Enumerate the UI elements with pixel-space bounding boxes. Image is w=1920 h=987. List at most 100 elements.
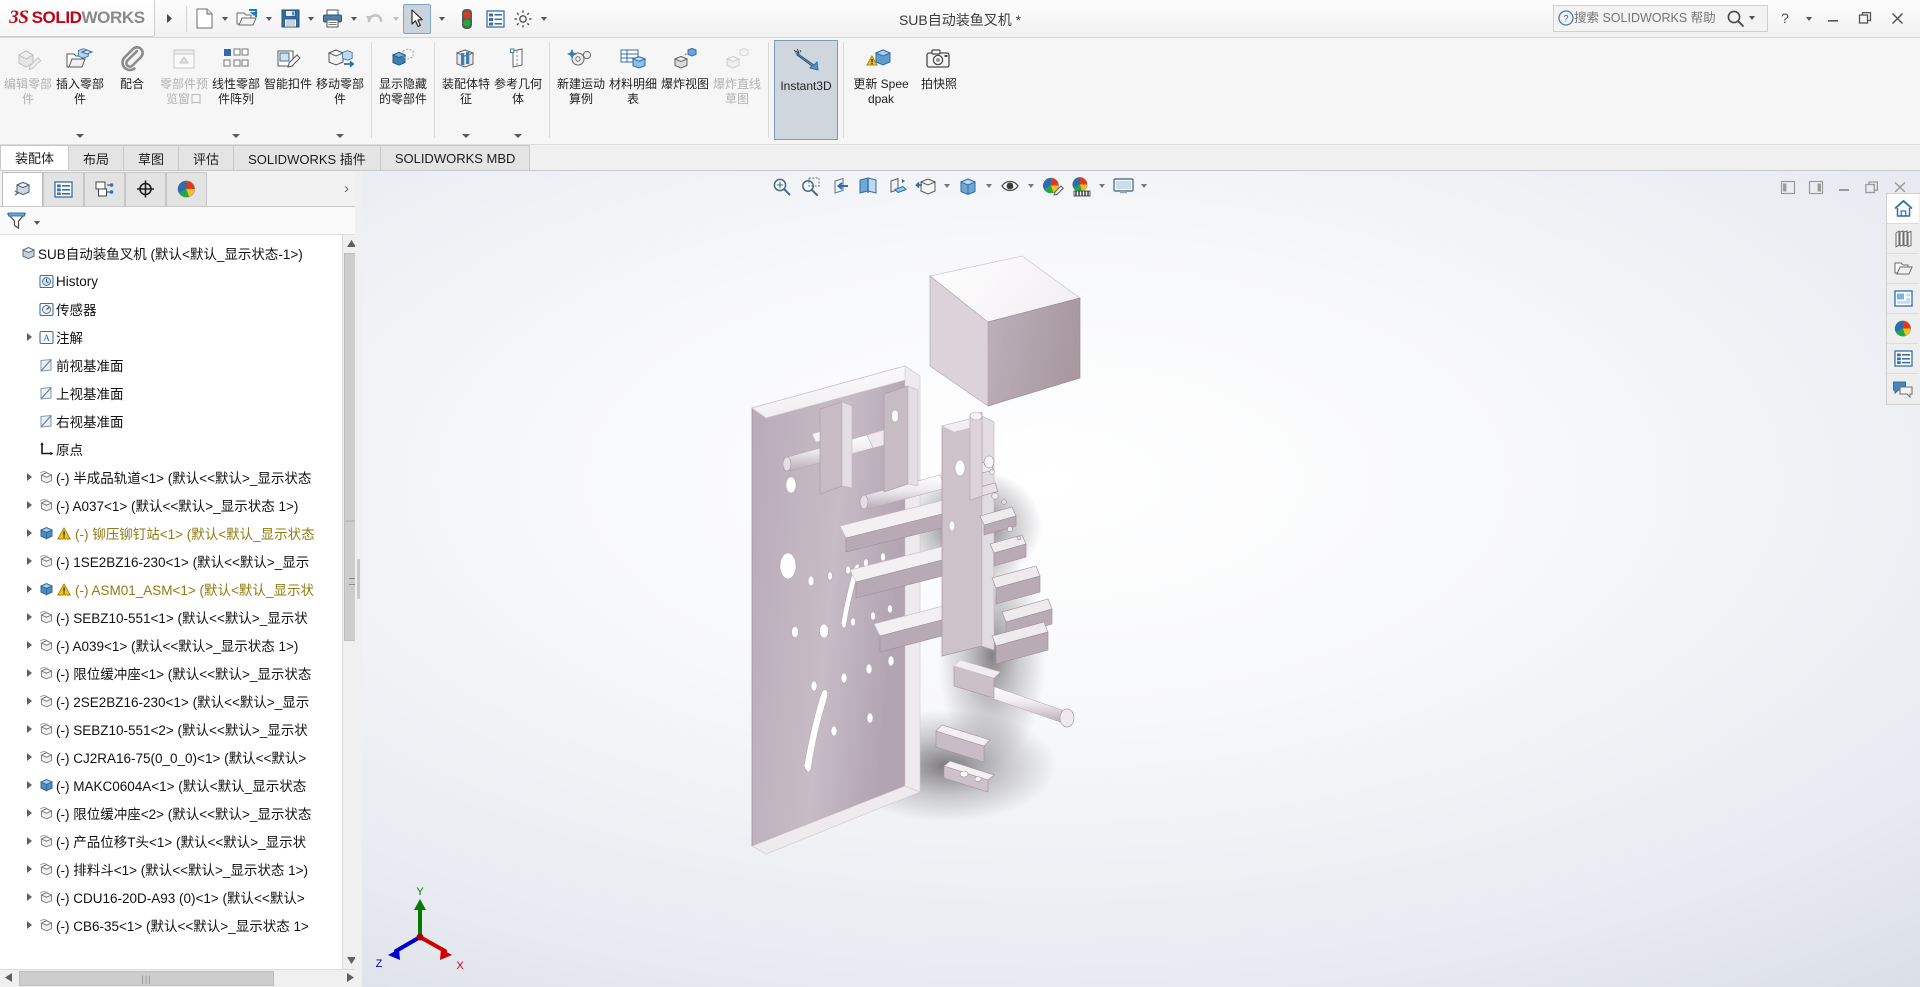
appearances-dropdown[interactable]: [1096, 184, 1108, 188]
update-speedpak-command[interactable]: 更新 Speedpak: [849, 38, 913, 143]
solidworks-forum-button[interactable]: [1887, 374, 1919, 404]
select-tool-button[interactable]: [403, 3, 431, 34]
tree-item[interactable]: (-) A037<1> (默认<<默认>_显示状态 1>): [0, 491, 359, 519]
mate-command[interactable]: 配合: [106, 38, 158, 143]
tree-item[interactable]: (-) SEBZ10-551<1> (默认<<默认>_显示状: [0, 603, 359, 631]
tree-item[interactable]: (-) CB6-35<1> (默认<<默认>_显示状态 1>: [0, 911, 359, 939]
reference-geometry-command[interactable]: 参考几何体: [492, 38, 544, 143]
custom-properties-button[interactable]: [1887, 344, 1919, 374]
insert-component-command[interactable]: 插入零部件: [54, 38, 106, 143]
file-explorer-button[interactable]: [1887, 254, 1919, 284]
tree-item[interactable]: (-) CJ2RA16-75(0_0_0)<1> (默认<<默认>: [0, 743, 359, 771]
close-window-button[interactable]: [1882, 4, 1912, 32]
tree-item[interactable]: (-) ASM01_ASM<1> (默认<默认_显示状: [0, 575, 359, 603]
rebuild-button[interactable]: [453, 4, 481, 34]
tree-item[interactable]: 原点: [0, 435, 359, 463]
move-component-command[interactable]: 移动零部件: [314, 38, 366, 143]
tree-item[interactable]: (-) SEBZ10-551<2> (默认<<默认>_显示状: [0, 715, 359, 743]
hide-show-items-button[interactable]: [954, 172, 982, 200]
restore-document-button[interactable]: [1860, 175, 1884, 199]
tree-item[interactable]: (-) 产品位移T头<1> (默认<<默认>_显示状: [0, 827, 359, 855]
dimxpert-manager-tab[interactable]: [125, 171, 166, 206]
section-view-button[interactable]: [854, 172, 882, 200]
tree-expand-arrow-icon[interactable]: [22, 752, 36, 762]
exploded-view-command[interactable]: 爆炸视图: [659, 38, 711, 143]
tab-layout[interactable]: 布局: [68, 145, 125, 170]
linear-component-pattern-command[interactable]: 线性零部件阵列: [210, 38, 262, 143]
panel-splitter[interactable]: [355, 171, 362, 987]
tab-evaluate[interactable]: 评估: [178, 145, 235, 170]
appearances-button[interactable]: [1067, 172, 1095, 200]
tree-item[interactable]: (-) 半成品轨道<1> (默认<<默认>_显示状态: [0, 463, 359, 491]
hide-show-items-dropdown[interactable]: [983, 184, 995, 188]
tree-expand-arrow-icon[interactable]: [22, 696, 36, 706]
zoom-to-area-button[interactable]: [796, 172, 824, 200]
tree-item[interactable]: (-) 1SE2BZ16-230<1> (默认<<默认>_显示: [0, 547, 359, 575]
feature-manager-tab[interactable]: [2, 171, 43, 206]
design-library-button[interactable]: [1887, 224, 1919, 254]
help-search-box[interactable]: ?: [1553, 4, 1768, 32]
view-settings-dropdown[interactable]: [1025, 184, 1037, 188]
tree-expand-arrow-icon[interactable]: [22, 332, 36, 342]
manager-expand-chevron-icon[interactable]: ›: [344, 180, 349, 197]
tree-horizontal-scrollbar[interactable]: |||: [0, 969, 359, 987]
move-component-dropdown[interactable]: [336, 134, 344, 138]
tree-expand-arrow-icon[interactable]: [22, 836, 36, 846]
help-search-dropdown[interactable]: [1749, 16, 1755, 20]
minimize-document-button[interactable]: [1832, 175, 1856, 199]
tree-expand-arrow-icon[interactable]: [22, 724, 36, 734]
new-document-dropdown[interactable]: [222, 16, 228, 21]
assembly-features-command[interactable]: 装配体特征: [440, 38, 492, 143]
tree-expand-arrow-icon[interactable]: [22, 864, 36, 874]
assembly-3d-model[interactable]: [692, 226, 1152, 866]
linear-pattern-dropdown[interactable]: [232, 134, 240, 138]
tree-item[interactable]: A 注解: [0, 323, 359, 351]
filter-dropdown-caret[interactable]: [34, 221, 40, 225]
reference-geometry-dropdown[interactable]: [514, 134, 522, 138]
filter-funnel-icon[interactable]: [6, 211, 28, 231]
zoom-to-fit-button[interactable]: [767, 172, 795, 200]
tree-expand-arrow-icon[interactable]: [22, 668, 36, 678]
options-dropdown[interactable]: [541, 16, 547, 21]
tree-item[interactable]: (-) A039<1> (默认<<默认>_显示状态 1>): [0, 631, 359, 659]
file-properties-button[interactable]: [481, 4, 509, 34]
tree-expand-arrow-icon[interactable]: [22, 808, 36, 818]
tree-item[interactable]: (-) 限位缓冲座<2> (默认<<默认>_显示状态: [0, 799, 359, 827]
save-document-button[interactable]: [276, 4, 304, 34]
view-palette-button[interactable]: [1887, 284, 1919, 314]
take-snapshot-command[interactable]: 拍快照: [913, 38, 965, 143]
tree-item[interactable]: (-) MAKC0604A<1> (默认<默认_显示状态: [0, 771, 359, 799]
select-tool-dropdown[interactable]: [431, 4, 453, 34]
display-manager-tab[interactable]: [166, 171, 207, 206]
save-document-dropdown[interactable]: [308, 16, 314, 21]
help-button[interactable]: ?: [1770, 4, 1800, 32]
bill-of-materials-command[interactable]: 材料明细表: [607, 38, 659, 143]
previous-view-button[interactable]: [825, 172, 853, 200]
tree-expand-arrow-icon[interactable]: [22, 920, 36, 930]
new-document-button[interactable]: [190, 4, 218, 34]
tree-item[interactable]: (-) CDU16-20D-A93 (0)<1> (默认<<默认>: [0, 883, 359, 911]
tree-expand-arrow-icon[interactable]: [22, 892, 36, 902]
tab-sketch[interactable]: 草图: [123, 145, 180, 170]
tab-solidworks-mbd[interactable]: SOLIDWORKS MBD: [379, 145, 531, 170]
tree-expand-arrow-icon[interactable]: [22, 612, 36, 622]
tab-assembly[interactable]: 装配体: [0, 145, 70, 170]
viewport-dropdown[interactable]: [1138, 184, 1150, 188]
scroll-left-arrow[interactable]: [0, 973, 17, 984]
instant3d-command[interactable]: Instant3D: [774, 40, 838, 140]
tree-item[interactable]: (-) 2SE2BZ16-230<1> (默认<<默认>_显示: [0, 687, 359, 715]
tree-root-item[interactable]: SUB自动装鱼叉机 (默认<默认_显示状态-1>): [0, 239, 359, 267]
insert-component-dropdown[interactable]: [76, 134, 84, 138]
apply-scene-button[interactable]: [1038, 172, 1066, 200]
show-hidden-components-command[interactable]: 显示隐藏的零部件: [377, 38, 429, 143]
undo-button[interactable]: [361, 4, 389, 34]
configuration-manager-tab[interactable]: [84, 171, 125, 206]
tree-item[interactable]: 右视基准面: [0, 407, 359, 435]
options-button[interactable]: [509, 4, 537, 34]
tree-expand-arrow-icon[interactable]: [22, 472, 36, 482]
tree-item[interactable]: (-) 铆压铆钉站<1> (默认<默认_显示状态: [0, 519, 359, 547]
tree-item[interactable]: 前视基准面: [0, 351, 359, 379]
dock-left-button[interactable]: [1776, 175, 1800, 199]
tree-item[interactable]: (-) 排料斗<1> (默认<<默认>_显示状态 1>): [0, 855, 359, 883]
tree-expand-arrow-icon[interactable]: [22, 584, 36, 594]
